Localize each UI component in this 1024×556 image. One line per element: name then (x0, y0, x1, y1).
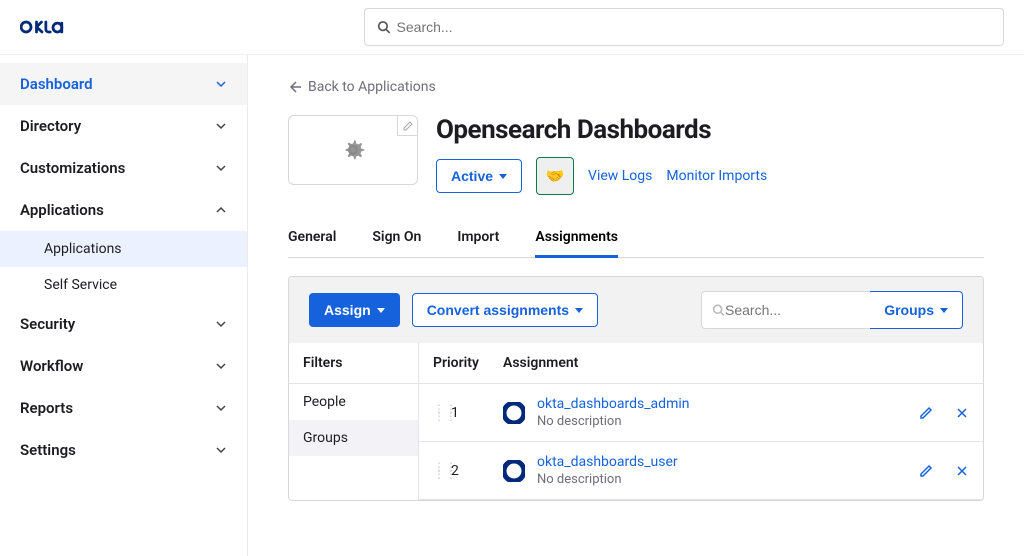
nav-label: Reports (20, 399, 73, 417)
handshake-icon: 🤝 (546, 167, 565, 185)
back-label: Back to Applications (308, 79, 436, 95)
nav-settings[interactable]: Settings (0, 429, 247, 471)
nav-label: Directory (20, 117, 81, 135)
caret-down-icon (575, 308, 583, 313)
nav-applications[interactable]: Applications (0, 189, 247, 231)
search-icon (377, 20, 391, 34)
assign-button[interactable]: Assign (309, 293, 400, 327)
table-row: ⋮⋮⋮⋮ 2 okta_dashboards_user No descripti… (419, 442, 983, 500)
assignment-desc: No description (537, 414, 919, 429)
chevron-down-icon (215, 402, 227, 414)
app-logo (288, 115, 418, 185)
okta-logo (20, 13, 64, 41)
caret-down-icon (377, 308, 385, 313)
tab-assignments[interactable]: Assignments (535, 219, 618, 258)
assignment-desc: No description (537, 472, 919, 487)
tab-sign-on[interactable]: Sign On (372, 219, 421, 257)
caret-down-icon (499, 174, 507, 179)
caret-down-icon (940, 308, 948, 313)
nav-label: Workflow (20, 357, 83, 375)
assignments-search[interactable] (701, 291, 871, 329)
remove-icon[interactable] (955, 464, 969, 478)
tabs: General Sign On Import Assignments (288, 219, 984, 258)
tab-general[interactable]: General (288, 219, 336, 257)
sidebar: Dashboard Directory Customizations Appli… (0, 55, 248, 556)
convert-assignments-button[interactable]: Convert assignments (412, 293, 598, 327)
nav-label: Security (20, 315, 75, 333)
assignment-name[interactable]: okta_dashboards_admin (537, 396, 919, 412)
filter-people[interactable]: People (289, 384, 418, 420)
nav-security[interactable]: Security (0, 303, 247, 345)
nav-label: Dashboard (20, 75, 93, 93)
view-logs-link[interactable]: View Logs (588, 168, 652, 184)
status-dropdown[interactable]: Active (436, 159, 522, 193)
chevron-down-icon (215, 162, 227, 174)
global-search[interactable] (364, 8, 1004, 46)
assignments-search-input[interactable] (725, 302, 860, 318)
arrow-left-icon (288, 80, 302, 94)
row-priority: 1 (451, 405, 503, 421)
nav-workflow[interactable]: Workflow (0, 345, 247, 387)
nav-sub-self-service[interactable]: Self Service (0, 267, 247, 303)
app-title: Opensearch Dashboards (436, 115, 767, 145)
nav-dashboard[interactable]: Dashboard (0, 63, 247, 105)
filter-groups[interactable]: Groups (289, 420, 418, 456)
nav-directory[interactable]: Directory (0, 105, 247, 147)
col-priority: Priority (433, 355, 503, 371)
nav-label: Customizations (20, 159, 125, 177)
convert-label: Convert assignments (427, 302, 569, 318)
search-icon (712, 303, 725, 317)
tab-import[interactable]: Import (457, 219, 499, 257)
remove-icon[interactable] (955, 406, 969, 420)
table-row: ⋮⋮⋮⋮ 1 okta_dashboards_admin No descript… (419, 384, 983, 442)
chevron-up-icon (215, 204, 227, 216)
nav-sub-applications[interactable]: Applications (0, 231, 247, 267)
col-assignment: Assignment (503, 355, 879, 371)
back-to-applications[interactable]: Back to Applications (288, 79, 436, 95)
nav-reports[interactable]: Reports (0, 387, 247, 429)
pencil-icon (403, 121, 413, 131)
nav-label: Applications (20, 201, 104, 219)
filters-header: Filters (289, 343, 418, 384)
assign-label: Assign (324, 302, 371, 318)
chevron-down-icon (215, 360, 227, 372)
groups-label: Groups (884, 302, 934, 318)
chevron-down-icon (215, 444, 227, 456)
groups-filter-button[interactable]: Groups (870, 291, 963, 329)
chevron-down-icon (215, 318, 227, 330)
drag-handle[interactable]: ⋮⋮⋮⋮ (433, 406, 445, 420)
drag-handle[interactable]: ⋮⋮⋮⋮ (433, 464, 445, 478)
edit-icon[interactable] (919, 464, 933, 478)
chevron-down-icon (215, 120, 227, 132)
global-search-input[interactable] (397, 19, 991, 35)
monitor-imports-link[interactable]: Monitor Imports (666, 168, 767, 184)
group-avatar-icon (503, 460, 525, 482)
handshake-button[interactable]: 🤝 (536, 157, 574, 195)
chevron-down-icon (215, 78, 227, 90)
gear-icon (338, 135, 368, 165)
edit-icon[interactable] (919, 406, 933, 420)
nav-customizations[interactable]: Customizations (0, 147, 247, 189)
assignment-name[interactable]: okta_dashboards_user (537, 454, 919, 470)
edit-logo-button[interactable] (397, 116, 417, 136)
status-label: Active (451, 168, 493, 184)
group-avatar-icon (503, 402, 525, 424)
row-priority: 2 (451, 463, 503, 479)
nav-label: Settings (20, 441, 76, 459)
